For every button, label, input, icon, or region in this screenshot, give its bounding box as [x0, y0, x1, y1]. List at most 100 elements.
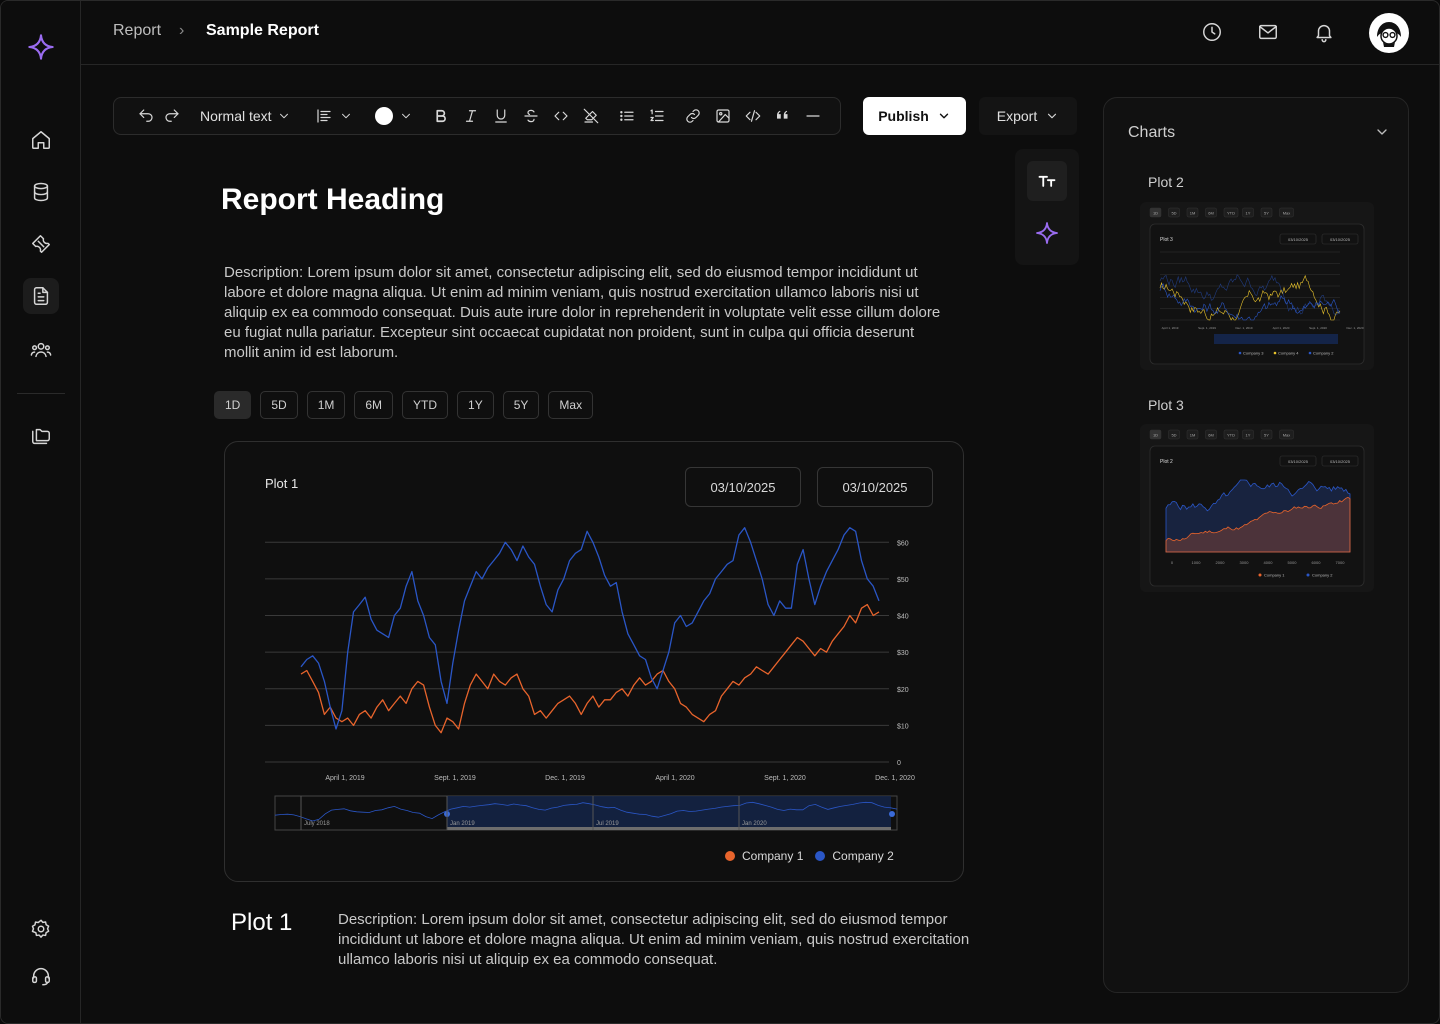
sidebar-item-home[interactable] — [23, 122, 59, 158]
x-tick-label: April 1, 2020 — [655, 775, 694, 782]
underline-icon[interactable] — [491, 104, 511, 128]
sidebar-item-tools[interactable] — [23, 226, 59, 262]
text-color-dropdown[interactable] — [374, 104, 413, 128]
x-tick-label: April 1, 2019 — [325, 775, 364, 782]
thumb-navigator — [1214, 334, 1338, 344]
range-button-6m[interactable]: 6M — [354, 391, 394, 419]
bullet-list-icon[interactable] — [617, 104, 637, 128]
wrench-icon — [32, 235, 50, 253]
thumb-legend-label: Company 2 — [1313, 351, 1334, 356]
code-block-icon[interactable] — [743, 104, 763, 128]
chevron-down-icon — [1048, 113, 1057, 119]
chevron-down-icon — [341, 113, 350, 119]
thumb-range-label: 5Y — [1264, 433, 1269, 438]
range-button-1y[interactable]: 1Y — [457, 391, 494, 419]
thumb-legend-dot — [1306, 573, 1310, 577]
bell-icon[interactable] — [1311, 19, 1337, 45]
clock-icon[interactable] — [1199, 19, 1225, 45]
thumb-range-label: 1D — [1153, 433, 1158, 438]
italic-icon[interactable] — [461, 104, 481, 128]
redo-icon[interactable] — [162, 104, 182, 128]
text-style-dropdown[interactable]: Normal text — [200, 104, 291, 128]
thumb-x-label: Sept. 1, 2020 — [1309, 326, 1327, 330]
y-tick-label: $30 — [897, 650, 909, 657]
y-tick-label: $40 — [897, 614, 909, 621]
top-header: Report › Sample Report — [81, 1, 1439, 65]
sidebar-item-support[interactable] — [23, 958, 59, 994]
chart-item-label[interactable]: Plot 3 — [1148, 397, 1184, 413]
mail-icon[interactable] — [1255, 19, 1281, 45]
range-button-5d[interactable]: 5D — [260, 391, 298, 419]
navigator-label: Jan 2020 — [742, 821, 767, 827]
x-tick-label: Sept. 1, 2019 — [434, 775, 476, 782]
range-button-5y[interactable]: 5Y — [502, 391, 540, 419]
bold-icon[interactable] — [431, 104, 451, 128]
undo-icon[interactable] — [136, 104, 156, 128]
thumb-range-label: 1M — [1190, 211, 1196, 216]
sparkle-icon[interactable] — [27, 33, 55, 61]
export-button[interactable]: Export — [979, 97, 1077, 135]
sidebar-item-settings[interactable] — [23, 911, 59, 947]
quote-icon[interactable] — [773, 104, 793, 128]
database-icon — [33, 182, 49, 202]
chart-item-label[interactable]: Plot 2 — [1148, 174, 1184, 190]
sidebar-item-users[interactable] — [23, 332, 59, 368]
charts-panel-title: Charts — [1128, 124, 1176, 141]
sidebar-item-reports[interactable] — [23, 278, 59, 314]
thumb-x-label: 7000 — [1336, 560, 1346, 565]
thumb-range-label: Max — [1283, 211, 1291, 216]
text-size-icon[interactable] — [1027, 161, 1067, 201]
y-tick-label: $10 — [897, 723, 909, 730]
report-heading[interactable]: Report Heading — [221, 183, 444, 217]
code-inline-icon[interactable] — [551, 104, 571, 128]
numbered-list-icon[interactable] — [647, 104, 667, 128]
sidebar-divider — [17, 393, 65, 394]
report-icon — [33, 287, 49, 305]
thumb-legend-dot — [1308, 351, 1312, 355]
plot-caption-title[interactable]: Plot 1 — [231, 909, 292, 937]
strikethrough-icon[interactable] — [521, 104, 541, 128]
range-button-1d[interactable]: 1D — [214, 391, 252, 419]
thumb-date: 03/10/2025 — [1330, 459, 1351, 464]
users-icon — [30, 342, 52, 358]
thumbnail-chart: 1D 5D 1M 6M YTD 1Y 5Y Max Plot 3 03/10/2025 03/10/… — [1149, 207, 1365, 365]
thumb-range-label: 1D — [1153, 211, 1158, 216]
thumb-range-label: 1Y — [1246, 211, 1251, 216]
plot-caption-description[interactable]: Description: Lorem ipsum dolor sit amet,… — [338, 910, 988, 970]
ai-sparkle-icon[interactable] — [1027, 213, 1067, 253]
avatar[interactable] — [1369, 13, 1409, 53]
y-tick-label: $50 — [897, 577, 909, 584]
range-button-max[interactable]: Max — [548, 391, 594, 419]
chevron-down-icon[interactable] — [1374, 124, 1390, 145]
align-dropdown[interactable] — [315, 104, 353, 128]
range-button-ytd[interactable]: YTD — [402, 391, 449, 419]
floating-tools — [1015, 149, 1079, 265]
thumb-date: 03/10/2025 — [1288, 459, 1309, 464]
image-icon[interactable] — [713, 104, 733, 128]
sidebar-item-database[interactable] — [23, 174, 59, 210]
x-tick-label: Dec. 1, 2019 — [545, 775, 585, 782]
navigator-selection — [447, 796, 891, 830]
clear-format-icon[interactable] — [581, 104, 601, 128]
range-selector: 1D 5D 1M 6M YTD 1Y 5Y Max — [214, 391, 594, 419]
thumb-title: Plot 3 — [1160, 237, 1173, 243]
sidebar-item-folders[interactable] — [23, 418, 59, 454]
report-description[interactable]: Description: Lorem ipsum dolor sit amet,… — [224, 263, 944, 363]
range-button-1m[interactable]: 1M — [306, 391, 346, 419]
divider-icon[interactable] — [803, 104, 823, 128]
chart-thumbnail-plot-3[interactable]: 1D 5D 1M 6M YTD 1Y 5Y Max Plot 2 03/10/2025 03/10/… — [1140, 424, 1374, 592]
thumb-legend-label: Company 4 — [1278, 351, 1299, 356]
chart-thumbnail-plot-2[interactable]: 1D 5D 1M 6M YTD 1Y 5Y Max Plot 3 03/10/2025 03/10/… — [1140, 202, 1374, 370]
legend-item-company-1[interactable]: Company 1 — [725, 849, 803, 863]
publish-button[interactable]: Publish — [863, 97, 966, 135]
breadcrumb-root[interactable]: Report — [113, 22, 161, 40]
navigator-label: Jan 2019 — [450, 821, 475, 827]
x-tick-label: Dec. 1, 2020 — [875, 775, 915, 782]
app-window: Report › Sample Report Normal text Publi… — [0, 0, 1440, 1024]
navigator-scrollbar — [447, 827, 891, 830]
link-icon[interactable] — [683, 104, 703, 128]
legend-item-company-2[interactable]: Company 2 — [815, 849, 894, 863]
thumb-range-label: 5D — [1171, 433, 1176, 438]
chevron-down-icon — [401, 113, 410, 119]
navigator-handle-right — [889, 811, 895, 817]
